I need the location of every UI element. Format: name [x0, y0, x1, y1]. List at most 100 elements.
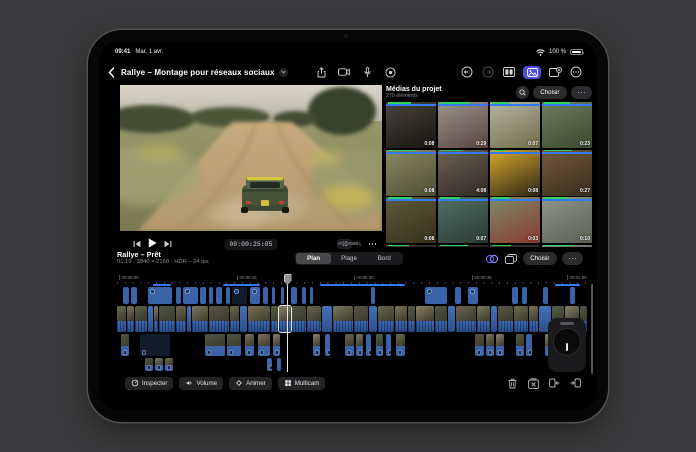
media-thumbnail[interactable]	[490, 245, 540, 248]
timeline-clip[interactable]	[117, 306, 126, 332]
timeline-clip[interactable]	[279, 306, 291, 332]
timeline-clip[interactable]	[240, 306, 247, 332]
share-icon[interactable]	[314, 66, 328, 79]
timeline-clip[interactable]	[155, 358, 163, 371]
timeline-clip[interactable]	[267, 358, 272, 371]
timeline-clip[interactable]	[263, 287, 268, 304]
multicam-button[interactable]: Multicam	[278, 377, 326, 390]
chevron-down-icon[interactable]	[279, 68, 288, 77]
timeline-clip[interactable]	[455, 287, 461, 304]
timeline-clip[interactable]	[325, 334, 330, 356]
timeline-clip[interactable]	[121, 334, 129, 356]
timeline-clip[interactable]	[333, 306, 353, 332]
detach-audio-icon[interactable]	[527, 377, 539, 389]
timeline-clip[interactable]	[135, 306, 147, 332]
timeline-clip[interactable]	[200, 287, 206, 304]
timeline-clip[interactable]	[543, 287, 548, 304]
timeline-choose-button[interactable]: Choisir	[523, 252, 556, 265]
media-thumbnail[interactable]	[542, 245, 592, 248]
timeline-clip[interactable]	[292, 306, 306, 332]
connect-icon[interactable]	[485, 252, 499, 265]
jog-drag-handle[interactable]	[560, 322, 574, 325]
timeline-clip[interactable]	[395, 306, 407, 332]
search-button[interactable]	[516, 86, 529, 99]
media-thumbnail[interactable]: 0:07	[490, 102, 540, 148]
timeline-clip[interactable]	[273, 334, 280, 356]
media-thumbnail[interactable]: 0:08	[490, 150, 540, 196]
record-icon[interactable]	[383, 66, 397, 79]
timeline-clip[interactable]	[281, 287, 284, 304]
media-thumbnail[interactable]: 0:10	[542, 197, 592, 243]
timeline-clip[interactable]	[307, 306, 321, 332]
timeline-ruler[interactable]: 00:00:0000:00:1500:00:3000:00:4500:01:00	[117, 274, 589, 286]
timeline-clip[interactable]	[522, 287, 527, 304]
timeline-clip[interactable]	[376, 334, 383, 356]
timeline-clip[interactable]	[498, 306, 513, 332]
timeline-clip[interactable]	[526, 334, 532, 356]
more-icon[interactable]	[569, 66, 583, 79]
timeline-clip[interactable]	[226, 287, 230, 304]
media-thumbnail[interactable]: 0:23	[542, 102, 592, 148]
undo-icon[interactable]	[460, 66, 474, 79]
media-thumbnail[interactable]: 0:29	[438, 102, 488, 148]
timeline-clip[interactable]	[356, 334, 363, 356]
timeline-clip[interactable]	[313, 334, 320, 356]
timeline-clip[interactable]	[302, 287, 306, 304]
timeline-clip[interactable]	[140, 334, 170, 356]
timeline-clip[interactable]	[416, 306, 434, 332]
timeline-clip[interactable]	[529, 306, 538, 332]
add-clip-icon[interactable]	[548, 66, 562, 79]
panel-resize-handle[interactable]	[338, 242, 358, 245]
timeline-clip[interactable]	[345, 334, 354, 356]
timeline-clip[interactable]	[232, 287, 247, 304]
media-thumbnail[interactable]: 0:08	[386, 197, 436, 243]
volume-button[interactable]: Volume	[179, 377, 223, 390]
video-viewer[interactable]	[120, 85, 382, 231]
timeline-clip[interactable]	[448, 306, 455, 332]
timeline-scrollbar[interactable]	[591, 284, 593, 374]
layout-icon[interactable]	[502, 66, 516, 79]
playhead-line[interactable]	[287, 274, 288, 372]
timeline-clip[interactable]	[271, 306, 278, 332]
timeline-clip[interactable]	[408, 306, 415, 332]
timeline-clip[interactable]	[176, 306, 186, 332]
media-more-button[interactable]	[571, 86, 593, 99]
timeline-clip[interactable]	[475, 334, 484, 356]
timeline-clip[interactable]	[148, 306, 153, 332]
tab-plage[interactable]: Plage	[331, 253, 366, 264]
timeline-clip[interactable]	[230, 306, 239, 332]
back-button[interactable]	[108, 66, 118, 78]
timeline-clip[interactable]	[123, 287, 129, 304]
timeline-clip[interactable]	[512, 287, 518, 304]
timeline-clip[interactable]	[245, 334, 254, 356]
timeline-clip[interactable]	[187, 306, 191, 332]
timeline-clip[interactable]	[371, 287, 375, 304]
media-thumbnail[interactable]: 0:07	[438, 197, 488, 243]
timeline-clip[interactable]	[277, 358, 281, 371]
timeline-clip[interactable]	[291, 287, 297, 304]
jog-wheel[interactable]	[554, 329, 580, 355]
timeline-clip[interactable]	[456, 306, 476, 332]
timeline-clip[interactable]	[516, 334, 524, 356]
media-thumbnail[interactable]: 4:08	[438, 150, 488, 196]
timeline-clip[interactable]	[183, 287, 198, 304]
timeline-clip[interactable]	[154, 306, 158, 332]
timeline-clip[interactable]	[396, 334, 405, 356]
insert-left-icon[interactable]	[548, 377, 560, 389]
timeline-clip[interactable]	[310, 287, 313, 304]
timeline-clip[interactable]	[131, 287, 137, 304]
timeline-more-button[interactable]	[562, 252, 584, 265]
timeline-clip[interactable]	[159, 306, 175, 332]
timeline-clip[interactable]	[366, 334, 371, 356]
timeline-clip[interactable]	[496, 334, 504, 356]
insert-right-icon[interactable]	[569, 377, 581, 389]
inspecter-button[interactable]: Inspecter	[125, 377, 173, 390]
redo-icon[interactable]	[481, 66, 495, 79]
timeline-clip[interactable]	[248, 306, 270, 332]
media-choose-button[interactable]: Choisir	[533, 86, 566, 99]
timeline-clip[interactable]	[227, 334, 241, 356]
timeline-clip[interactable]	[209, 287, 213, 304]
timeline-clip[interactable]	[486, 334, 494, 356]
timeline-clip[interactable]	[205, 334, 225, 356]
timeline-clip[interactable]	[148, 287, 172, 304]
